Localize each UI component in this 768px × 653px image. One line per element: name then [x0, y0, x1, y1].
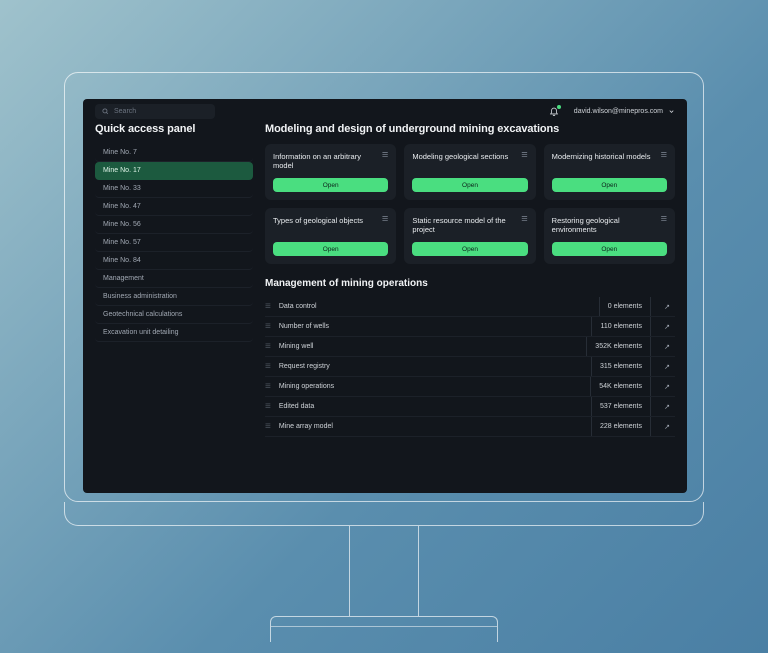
card-menu-icon[interactable]: ≡: [661, 150, 667, 161]
card-title: Information on an arbitrary model: [273, 152, 388, 171]
sidebar-item[interactable]: Mine No. 17: [95, 162, 253, 180]
arrow-up-right-icon[interactable]: ↗: [659, 363, 675, 371]
operations-list: ≡ Data control 0 elements ↗ ≡ Number of wells…: [265, 297, 675, 437]
sidebar-item[interactable]: Mine No. 84: [95, 252, 253, 270]
operations-count: 537 elements: [591, 397, 651, 416]
sidebar-item[interactable]: Excavation unit detailing: [95, 324, 253, 342]
drag-handle-icon[interactable]: ≡: [265, 402, 271, 412]
card-title: Restoring geological environments: [552, 216, 667, 235]
operations-label: Mining operations: [279, 383, 582, 390]
modeling-section-title: Modeling and design of underground minin…: [265, 123, 675, 135]
arrow-up-right-icon[interactable]: ↗: [659, 423, 675, 431]
notifications-button[interactable]: [549, 106, 560, 117]
user-email-label: david.wilson@minepros.com: [574, 108, 663, 115]
monitor-neck: [349, 526, 419, 616]
search-icon: [102, 108, 109, 115]
sidebar-title: Quick access panel: [95, 123, 253, 135]
operations-label: Data control: [279, 303, 591, 310]
modeling-card: Static resource model of the project≡ Ope…: [404, 208, 535, 264]
modeling-card: Modeling geological sections≡ Open: [404, 144, 535, 200]
sidebar-item[interactable]: Mine No. 33: [95, 180, 253, 198]
modeling-card: Types of geological objects≡ Open: [265, 208, 396, 264]
operations-row[interactable]: ≡ Mine array model 228 elements ↗: [265, 417, 675, 437]
operations-row[interactable]: ≡ Edited data 537 elements ↗: [265, 397, 675, 417]
card-menu-icon[interactable]: ≡: [661, 214, 667, 225]
sidebar-item[interactable]: Business administration: [95, 288, 253, 306]
drag-handle-icon[interactable]: ≡: [265, 322, 271, 332]
sidebar-item[interactable]: Management: [95, 270, 253, 288]
drag-handle-icon[interactable]: ≡: [265, 422, 271, 432]
arrow-up-right-icon[interactable]: ↗: [659, 343, 675, 351]
main-content: Modeling and design of underground minin…: [265, 123, 675, 481]
operations-count: 0 elements: [599, 297, 651, 316]
operations-label: Mining well: [279, 343, 578, 350]
operations-label: Mine array model: [279, 423, 583, 430]
sidebar-item[interactable]: Mine No. 56: [95, 216, 253, 234]
operations-label: Number of wells: [279, 323, 584, 330]
modeling-card: Information on an arbitrary model≡ Open: [265, 144, 396, 200]
open-button[interactable]: Open: [273, 178, 388, 192]
arrow-up-right-icon[interactable]: ↗: [659, 383, 675, 391]
card-title: Types of geological objects: [273, 216, 388, 225]
notification-dot-icon: [557, 105, 561, 109]
monitor-chin: [64, 502, 704, 526]
operations-count: 315 elements: [591, 357, 651, 376]
card-menu-icon[interactable]: ≡: [382, 214, 388, 225]
modeling-card: Restoring geological environments≡ Open: [544, 208, 675, 264]
arrow-up-right-icon[interactable]: ↗: [659, 323, 675, 331]
sidebar-item[interactable]: Mine No. 47: [95, 198, 253, 216]
search-input[interactable]: Search: [95, 104, 215, 119]
open-button[interactable]: Open: [552, 242, 667, 256]
drag-handle-icon[interactable]: ≡: [265, 382, 271, 392]
monitor-base: [270, 616, 498, 642]
operations-row[interactable]: ≡ Number of wells 110 elements ↗: [265, 317, 675, 337]
modeling-card: Modernizing historical models≡ Open: [544, 144, 675, 200]
modeling-cards: Information on an arbitrary model≡OpenMo…: [265, 144, 675, 264]
operations-row[interactable]: ≡ Data control 0 elements ↗: [265, 297, 675, 317]
operations-count: 228 elements: [591, 417, 651, 436]
operations-label: Request registry: [279, 363, 583, 370]
app-screen: Search david.wilson@minepros.com Quick a…: [83, 99, 687, 493]
topbar: Search david.wilson@minepros.com: [83, 99, 687, 123]
search-placeholder: Search: [114, 108, 136, 115]
card-title: Static resource model of the project: [412, 216, 527, 235]
card-menu-icon[interactable]: ≡: [521, 150, 527, 161]
monitor-frame: Search david.wilson@minepros.com Quick a…: [64, 72, 704, 502]
sidebar: Quick access panel Mine No. 7Mine No. 17…: [95, 123, 253, 481]
card-menu-icon[interactable]: ≡: [521, 214, 527, 225]
operations-count: 54K elements: [590, 377, 651, 396]
sidebar-item[interactable]: Mine No. 7: [95, 144, 253, 162]
topbar-right: david.wilson@minepros.com: [549, 106, 675, 117]
card-title: Modeling geological sections: [412, 152, 527, 161]
layout: Quick access panel Mine No. 7Mine No. 17…: [83, 123, 687, 493]
drag-handle-icon[interactable]: ≡: [265, 362, 271, 372]
drag-handle-icon[interactable]: ≡: [265, 342, 271, 352]
open-button[interactable]: Open: [552, 178, 667, 192]
open-button[interactable]: Open: [273, 242, 388, 256]
operations-count: 352K elements: [586, 337, 651, 356]
operations-count: 110 elements: [591, 317, 651, 336]
operations-label: Edited data: [279, 403, 583, 410]
operations-row[interactable]: ≡ Mining operations 54K elements ↗: [265, 377, 675, 397]
card-title: Modernizing historical models: [552, 152, 667, 161]
open-button[interactable]: Open: [412, 178, 527, 192]
sidebar-item[interactable]: Mine No. 57: [95, 234, 253, 252]
arrow-up-right-icon[interactable]: ↗: [659, 303, 675, 311]
operations-row[interactable]: ≡ Request registry 315 elements ↗: [265, 357, 675, 377]
chevron-down-icon: [668, 108, 675, 115]
operations-section-title: Management of mining operations: [265, 278, 675, 289]
arrow-up-right-icon[interactable]: ↗: [659, 403, 675, 411]
open-button[interactable]: Open: [412, 242, 527, 256]
drag-handle-icon[interactable]: ≡: [265, 302, 271, 312]
sidebar-item[interactable]: Geotechnical calculations: [95, 306, 253, 324]
user-menu[interactable]: david.wilson@minepros.com: [574, 108, 675, 115]
card-menu-icon[interactable]: ≡: [382, 150, 388, 161]
operations-row[interactable]: ≡ Mining well 352K elements ↗: [265, 337, 675, 357]
sidebar-list: Mine No. 7Mine No. 17Mine No. 33Mine No.…: [95, 144, 253, 342]
